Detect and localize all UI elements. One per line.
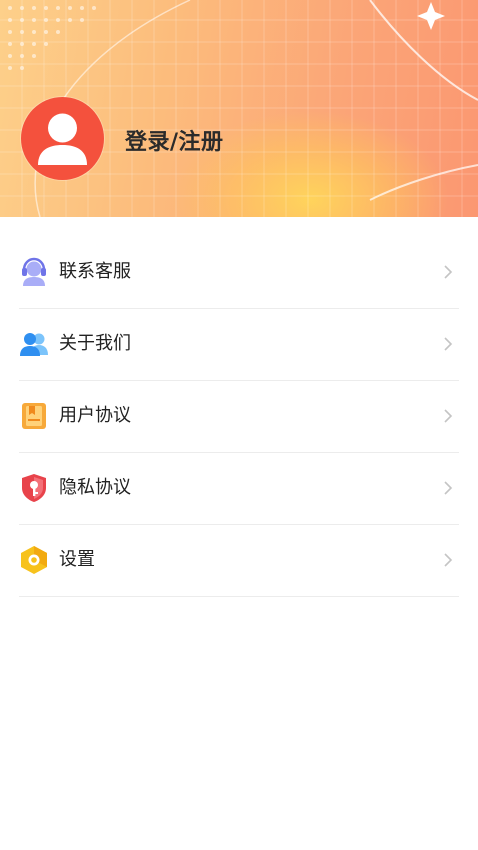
- agreement-book-icon: [22, 403, 46, 429]
- chevron-right-icon: [444, 553, 453, 567]
- chevron-right-icon: [444, 337, 453, 351]
- chevron-right-icon: [444, 481, 453, 495]
- menu-item-user-agreement[interactable]: 用户协议: [19, 381, 459, 453]
- user-avatar[interactable]: [21, 97, 104, 180]
- menu-item-settings[interactable]: 设置: [19, 525, 459, 597]
- login-register-link[interactable]: 登录/注册: [125, 124, 224, 156]
- menu-item-label: 联系客服: [59, 261, 131, 282]
- customer-service-headset-icon: [22, 257, 46, 286]
- profile-page: 登录/注册 联系客服 关于我们 用户协议 隐私协议 设置: [0, 0, 478, 850]
- menu-item-label: 关于我们: [59, 333, 131, 354]
- settings-hexagon-icon: [21, 546, 47, 574]
- menu-item-contact-service[interactable]: 联系客服: [19, 237, 459, 309]
- menu-item-label: 设置: [59, 549, 95, 570]
- menu-item-label: 用户协议: [59, 405, 131, 426]
- menu-item-label: 隐私协议: [59, 477, 131, 498]
- menu-list: 联系客服 关于我们 用户协议 隐私协议 设置: [19, 237, 459, 597]
- profile-header: 登录/注册: [0, 0, 478, 217]
- default-user-icon: [38, 113, 87, 165]
- menu-item-about-us[interactable]: 关于我们: [19, 309, 459, 381]
- chevron-right-icon: [444, 265, 453, 279]
- users-icon: [20, 333, 48, 356]
- privacy-shield-key-icon: [22, 474, 46, 502]
- chevron-right-icon: [444, 409, 453, 423]
- menu-item-privacy-agreement[interactable]: 隐私协议: [19, 453, 459, 525]
